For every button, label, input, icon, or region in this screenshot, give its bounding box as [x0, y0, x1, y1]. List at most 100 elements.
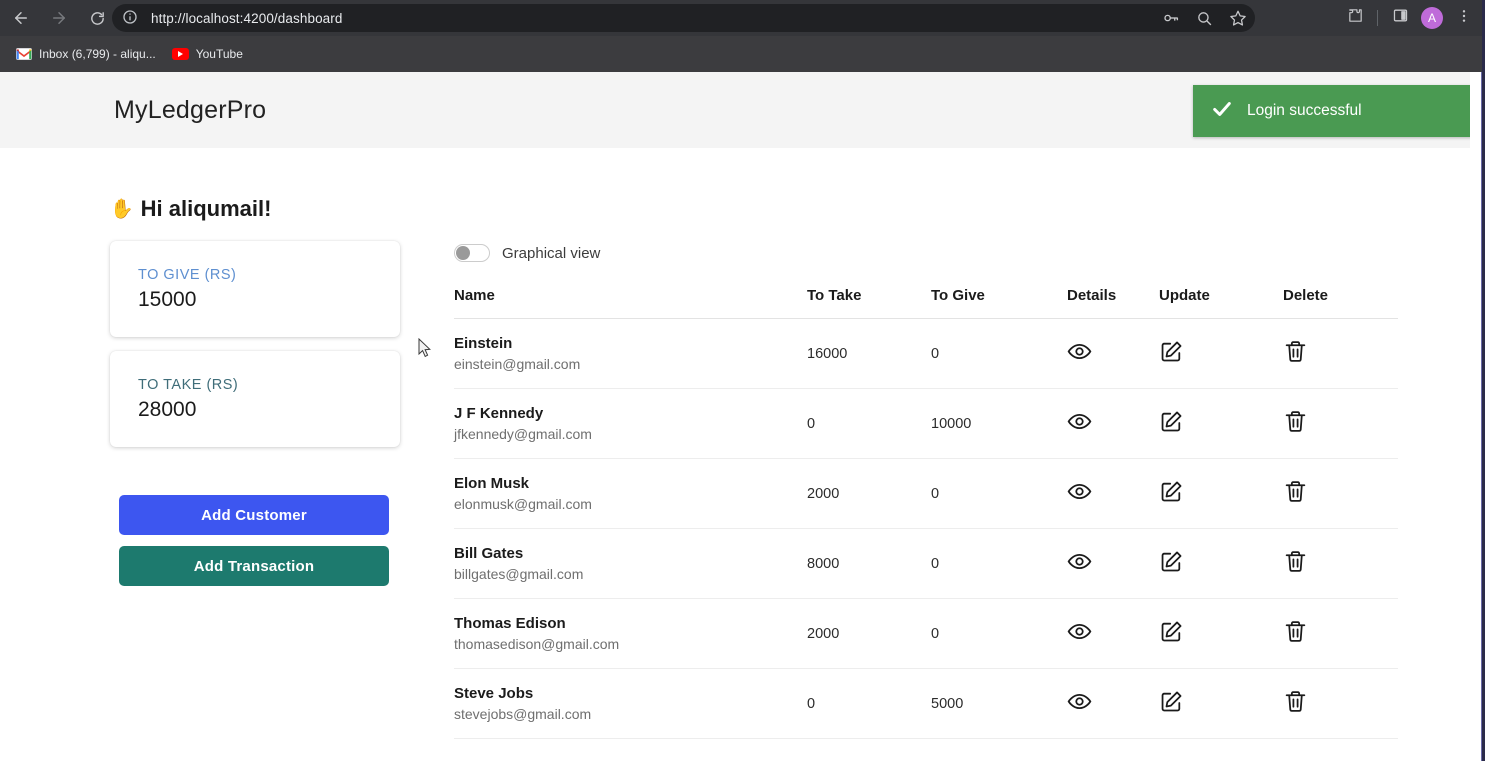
- details-button[interactable]: [1067, 619, 1092, 644]
- eye-icon: [1067, 479, 1092, 504]
- checkmark-icon: [1211, 98, 1233, 125]
- cell-to-take: 0: [807, 668, 931, 739]
- password-key-icon[interactable]: [1162, 9, 1180, 27]
- side-panel-button[interactable]: [1385, 3, 1415, 33]
- eye-icon: [1067, 619, 1092, 644]
- cell-name: Bill Gates billgates@gmail.com: [454, 528, 807, 599]
- delete-button[interactable]: [1283, 549, 1308, 574]
- pencil-square-icon: [1159, 409, 1184, 434]
- cell-details: [1067, 528, 1159, 599]
- update-button[interactable]: [1159, 549, 1184, 574]
- chrome-menu-button[interactable]: [1449, 3, 1479, 33]
- greeting: ✋ Hi aliqumail!: [110, 196, 1470, 222]
- update-button[interactable]: [1159, 689, 1184, 714]
- eye-icon: [1067, 409, 1092, 434]
- cell-delete: [1283, 318, 1398, 389]
- profile-button[interactable]: A: [1417, 3, 1447, 33]
- eye-icon: [1067, 339, 1092, 364]
- details-button[interactable]: [1067, 409, 1092, 434]
- bookmark-inbox[interactable]: Inbox (6,799) - aliqu...: [8, 44, 164, 64]
- details-button[interactable]: [1067, 339, 1092, 364]
- cell-details: [1067, 388, 1159, 459]
- bookmark-youtube[interactable]: YouTube: [164, 44, 251, 64]
- graphical-view-toggle[interactable]: [454, 244, 490, 262]
- cell-to-take: 16000: [807, 318, 931, 389]
- trash-icon: [1283, 479, 1308, 504]
- app-brand: MyLedgerPro: [114, 95, 267, 124]
- bookmark-label: Inbox (6,799) - aliqu...: [39, 47, 156, 61]
- cell-to-give: 10000: [931, 388, 1067, 459]
- cell-delete: [1283, 528, 1398, 599]
- pencil-square-icon: [1159, 339, 1184, 364]
- customer-email: stevejobs@gmail.com: [454, 706, 592, 722]
- toast-notification[interactable]: Login successful: [1193, 85, 1470, 137]
- table-row: J F Kennedy jfkennedy@gmail.com 0 10000: [454, 388, 1398, 459]
- table-header-row: Name To Take To Give Details Update Dele…: [454, 287, 1398, 319]
- cell-name: Einstein einstein@gmail.com: [454, 318, 807, 389]
- dashboard-body: TO GIVE (RS) 15000 TO TAKE (RS) 28000 Ad…: [0, 241, 1470, 739]
- details-button[interactable]: [1067, 689, 1092, 714]
- site-info-icon[interactable]: [122, 9, 140, 27]
- address-bar[interactable]: http://localhost:4200/dashboard: [112, 4, 1255, 32]
- cell-details: [1067, 668, 1159, 739]
- toast-message: Login successful: [1247, 102, 1362, 119]
- cell-details: [1067, 458, 1159, 529]
- delete-button[interactable]: [1283, 619, 1308, 644]
- table-header: Name To Take To Give Details Update Dele…: [454, 287, 1398, 319]
- reload-button[interactable]: [80, 1, 114, 35]
- cell-to-give: 0: [931, 528, 1067, 599]
- trash-icon: [1283, 689, 1308, 714]
- cell-details: [1067, 318, 1159, 389]
- delete-button[interactable]: [1283, 689, 1308, 714]
- cell-update: [1159, 388, 1283, 459]
- bookmark-label: YouTube: [195, 47, 243, 61]
- search-icon[interactable]: [1196, 10, 1213, 27]
- add-customer-button[interactable]: Add Customer: [119, 495, 389, 535]
- customer-email: billgates@gmail.com: [454, 566, 584, 582]
- pencil-square-icon: [1159, 479, 1184, 504]
- cell-update: [1159, 318, 1283, 389]
- extensions-button[interactable]: [1340, 3, 1370, 33]
- browser-window: http://localhost:4200/dashboard A Inbox …: [0, 0, 1485, 761]
- customer-email: elonmusk@gmail.com: [454, 496, 592, 512]
- table-row: Steve Jobs stevejobs@gmail.com 0 5000: [454, 668, 1398, 739]
- table-row: Bill Gates billgates@gmail.com 8000 0: [454, 528, 1398, 599]
- delete-button[interactable]: [1283, 339, 1308, 364]
- column-header-to-give: To Give: [931, 287, 1067, 319]
- cell-update: [1159, 528, 1283, 599]
- update-button[interactable]: [1159, 619, 1184, 644]
- column-header-delete: Delete: [1283, 287, 1398, 319]
- bookmarks-bar: Inbox (6,799) - aliqu... YouTube: [0, 36, 1485, 72]
- cell-details: [1067, 598, 1159, 669]
- bookmark-star-icon[interactable]: [1229, 9, 1247, 27]
- back-arrow-icon: [12, 9, 30, 27]
- column-header-to-take: To Take: [807, 287, 931, 319]
- column-header-update: Update: [1159, 287, 1283, 319]
- table-body: Einstein einstein@gmail.com 16000 0 J F Kenn…: [454, 318, 1398, 739]
- cell-name: Elon Musk elonmusk@gmail.com: [454, 458, 807, 529]
- delete-button[interactable]: [1283, 479, 1308, 504]
- cell-to-give: 0: [931, 318, 1067, 389]
- customers-column: Graphical view Name To Take To Give Deta…: [454, 241, 1470, 739]
- trash-icon: [1283, 409, 1308, 434]
- details-button[interactable]: [1067, 549, 1092, 574]
- cell-name: Steve Jobs stevejobs@gmail.com: [454, 668, 807, 739]
- trash-icon: [1283, 339, 1308, 364]
- update-button[interactable]: [1159, 479, 1184, 504]
- pencil-square-icon: [1159, 689, 1184, 714]
- table-row: Elon Musk elonmusk@gmail.com 2000 0: [454, 458, 1398, 529]
- forward-button[interactable]: [42, 1, 76, 35]
- add-transaction-button[interactable]: Add Transaction: [119, 546, 389, 586]
- cell-delete: [1283, 388, 1398, 459]
- cell-to-take: 8000: [807, 528, 931, 599]
- update-button[interactable]: [1159, 339, 1184, 364]
- back-button[interactable]: [4, 1, 38, 35]
- update-button[interactable]: [1159, 409, 1184, 434]
- cell-update: [1159, 458, 1283, 529]
- details-button[interactable]: [1067, 479, 1092, 504]
- cell-to-give: 0: [931, 598, 1067, 669]
- delete-button[interactable]: [1283, 409, 1308, 434]
- cell-to-take: 0: [807, 388, 931, 459]
- cell-to-take: 2000: [807, 598, 931, 669]
- extensions-puzzle-icon: [1347, 7, 1364, 29]
